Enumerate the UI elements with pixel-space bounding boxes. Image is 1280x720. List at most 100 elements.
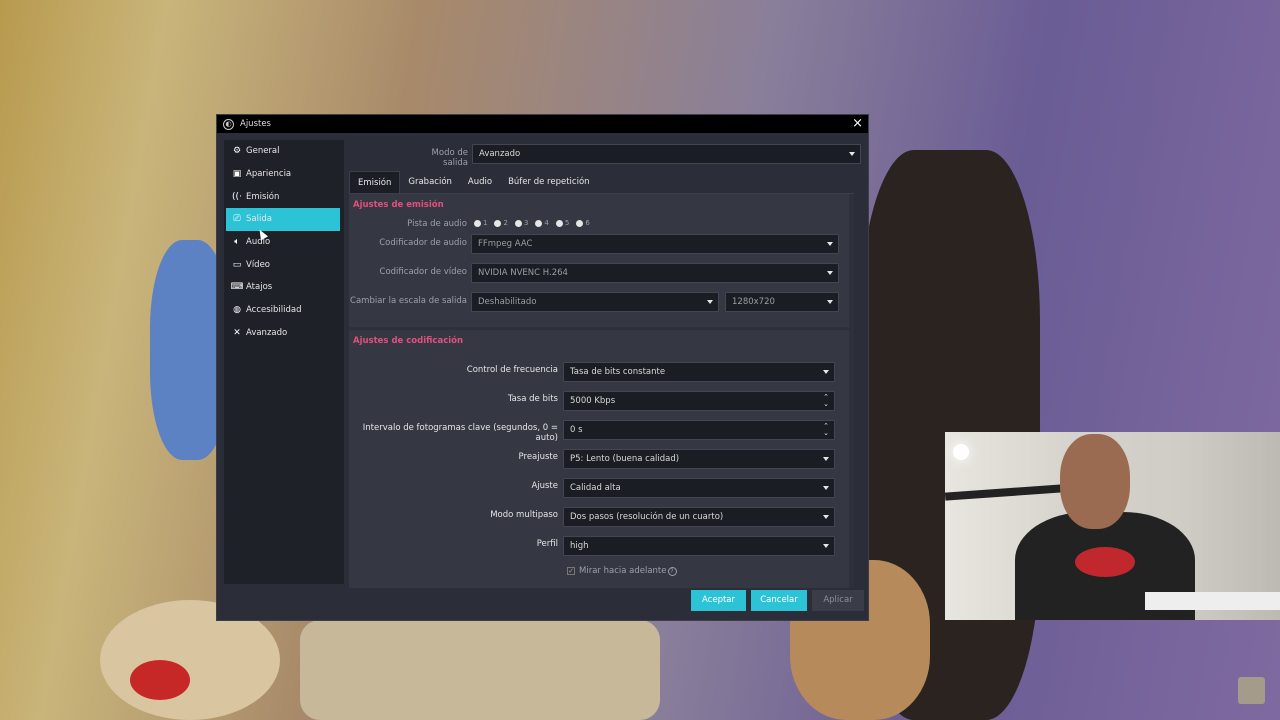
shirt-logo	[1075, 547, 1135, 577]
output-mode-row: Modo de salida Avanzado	[344, 143, 864, 168]
avatar	[1238, 677, 1265, 704]
keyboard-icon: ⌨	[230, 282, 244, 293]
tab-stream[interactable]: Emisión	[349, 171, 401, 193]
chevron-down-icon	[827, 242, 833, 246]
audio-encoder-select[interactable]: FFmpeg AAC	[471, 234, 839, 254]
background-flowers	[130, 660, 190, 700]
chevron-down-icon	[827, 271, 833, 275]
tab-audio[interactable]: Audio	[460, 171, 500, 193]
spin-arrows-icon[interactable]: ⌃ ⌄	[823, 423, 829, 437]
tab-recording[interactable]: Grabación	[400, 171, 460, 193]
chevron-down-icon	[707, 300, 713, 304]
sidebar-item-video[interactable]: ▭ Vídeo	[224, 253, 344, 276]
sidebar-item-output[interactable]: ⎚ Salida	[226, 208, 340, 231]
tab-replay-buffer[interactable]: Búfer de repetición	[500, 171, 597, 193]
chevron-down-icon	[823, 457, 829, 461]
audio-track-radio-5[interactable]: 5	[555, 219, 569, 227]
background-floor	[300, 620, 660, 720]
rescale-label: Cambiar la escala de salida	[350, 296, 467, 306]
rate-control-select[interactable]: Tasa de bits constante	[563, 362, 835, 382]
webcam-overlay	[945, 432, 1280, 620]
audio-track-radio-4[interactable]: 4	[535, 219, 549, 227]
rescale-value: Deshabilitado	[478, 297, 537, 307]
bitrate-spinbox[interactable]: 5000 Kbps ⌃ ⌄	[563, 391, 835, 411]
output-mode-value: Avanzado	[479, 149, 521, 159]
sidebar-item-label: General	[246, 146, 280, 157]
audio-track-radio-6[interactable]: 6	[576, 219, 590, 227]
settings-dialog: ◐ Ajustes × ⚙ General ▣ Apariencia ((· E…	[216, 114, 869, 621]
chevron-down-icon	[823, 370, 829, 374]
stream-settings-group: Ajustes de emisión Pista de audio 1 2 3 …	[349, 194, 849, 327]
tuning-value: Calidad alta	[570, 483, 621, 493]
video-encoder-label: Codificador de vídeo	[379, 267, 467, 277]
sidebar-item-label: Vídeo	[246, 259, 271, 270]
bitrate-value: 5000 Kbps	[570, 396, 616, 406]
sidebar-item-label: Emisión	[246, 191, 280, 202]
audio-track-radios: 1 2 3 4 5 6	[474, 219, 597, 227]
encoder-settings-title: Ajustes de codificación	[353, 336, 464, 346]
profile-select[interactable]: high	[563, 536, 835, 556]
output-mode-select[interactable]: Avanzado	[472, 144, 861, 164]
audio-track-radio-2[interactable]: 2	[494, 219, 508, 227]
profile-label: Perfil	[536, 539, 558, 549]
scrollbar[interactable]	[856, 218, 861, 578]
sidebar-item-label: Atajos	[246, 282, 273, 293]
cancel-button[interactable]: Cancelar	[751, 590, 807, 611]
sidebar-item-label: Audio	[246, 237, 271, 248]
output-mode-label: Modo de salida	[431, 148, 468, 168]
help-icon[interactable]: ?	[667, 566, 677, 576]
chevron-down-icon	[827, 300, 833, 304]
preset-label: Preajuste	[518, 452, 558, 462]
audio-track-label: Pista de audio	[407, 219, 467, 229]
accept-button[interactable]: Aceptar	[691, 590, 746, 611]
sidebar-item-stream[interactable]: ((· Emisión	[224, 185, 344, 208]
multipass-value: Dos pasos (resolución de un cuarto)	[570, 512, 724, 522]
tools-icon: ✕	[233, 327, 241, 338]
keyframe-value: 0 s	[570, 425, 583, 435]
multipass-label: Modo multipaso	[490, 510, 558, 520]
video-encoder-select[interactable]: NVIDIA NVENC H.264	[471, 263, 839, 283]
preset-select[interactable]: P5: Lento (buena calidad)	[563, 449, 835, 469]
output-icon: ⎚	[233, 214, 241, 225]
spin-arrows-icon[interactable]: ⌃ ⌄	[823, 394, 829, 408]
monitor-icon: ▭	[232, 259, 242, 270]
rescale-resolution-select[interactable]: 1280x720	[725, 292, 839, 312]
sidebar-item-label: Salida	[246, 214, 272, 225]
obs-logo-icon: ◐	[223, 118, 234, 130]
bitrate-label: Tasa de bits	[507, 394, 558, 404]
sidebar-item-audio[interactable]: 🔈︎ Audio	[224, 231, 344, 254]
lookahead-row[interactable]: ✓ Mirar hacia adelante ?	[567, 566, 677, 576]
stream-settings-title: Ajustes de emisión	[353, 200, 444, 210]
broadcast-icon: ((·	[232, 191, 242, 202]
stream-tab-panel: Ajustes de emisión Pista de audio 1 2 3 …	[349, 193, 854, 588]
audio-track-radio-1[interactable]: 1	[474, 219, 487, 227]
rate-control-value: Tasa de bits constante	[570, 367, 666, 377]
sidebar-item-label: Avanzado	[246, 327, 288, 338]
chevron-down-icon	[823, 544, 829, 548]
chevron-down-icon	[823, 515, 829, 519]
apply-button[interactable]: Aplicar	[812, 590, 864, 611]
lookahead-label: Mirar hacia adelante	[579, 566, 667, 576]
rescale-resolution-value: 1280x720	[732, 297, 775, 307]
multipass-select[interactable]: Dos pasos (resolución de un cuarto)	[563, 507, 835, 527]
webcam-person-head	[1060, 434, 1130, 529]
audio-track-radio-3[interactable]: 3	[514, 219, 528, 227]
chevron-down-icon	[849, 152, 855, 156]
keyframe-label: Intervalo de fotogramas clave (segundos,…	[362, 423, 558, 443]
tuning-select[interactable]: Calidad alta	[563, 478, 835, 498]
rescale-select[interactable]: Deshabilitado	[471, 292, 719, 312]
accessibility-icon: ◍	[233, 305, 241, 316]
close-icon[interactable]: ×	[852, 117, 863, 131]
settings-sidebar: ⚙ General ▣ Apariencia ((· Emisión ⎚ Sal…	[224, 140, 344, 584]
sidebar-item-advanced[interactable]: ✕ Avanzado	[224, 322, 344, 345]
profile-value: high	[570, 541, 589, 551]
lookahead-checkbox[interactable]: ✓	[567, 567, 575, 575]
sidebar-item-appearance[interactable]: ▣ Apariencia	[224, 163, 344, 186]
sidebar-item-hotkeys[interactable]: ⌨ Atajos	[224, 276, 344, 299]
keyframe-spinbox[interactable]: 0 s ⌃ ⌄	[563, 420, 835, 440]
tuning-label: Ajuste	[531, 481, 558, 491]
preset-value: P5: Lento (buena calidad)	[570, 454, 680, 464]
sidebar-item-general[interactable]: ⚙ General	[224, 140, 344, 163]
sidebar-item-accessibility[interactable]: ◍ Accesibilidad	[224, 299, 344, 322]
output-tabs: Emisión Grabación Audio Búfer de repetic…	[349, 171, 598, 193]
